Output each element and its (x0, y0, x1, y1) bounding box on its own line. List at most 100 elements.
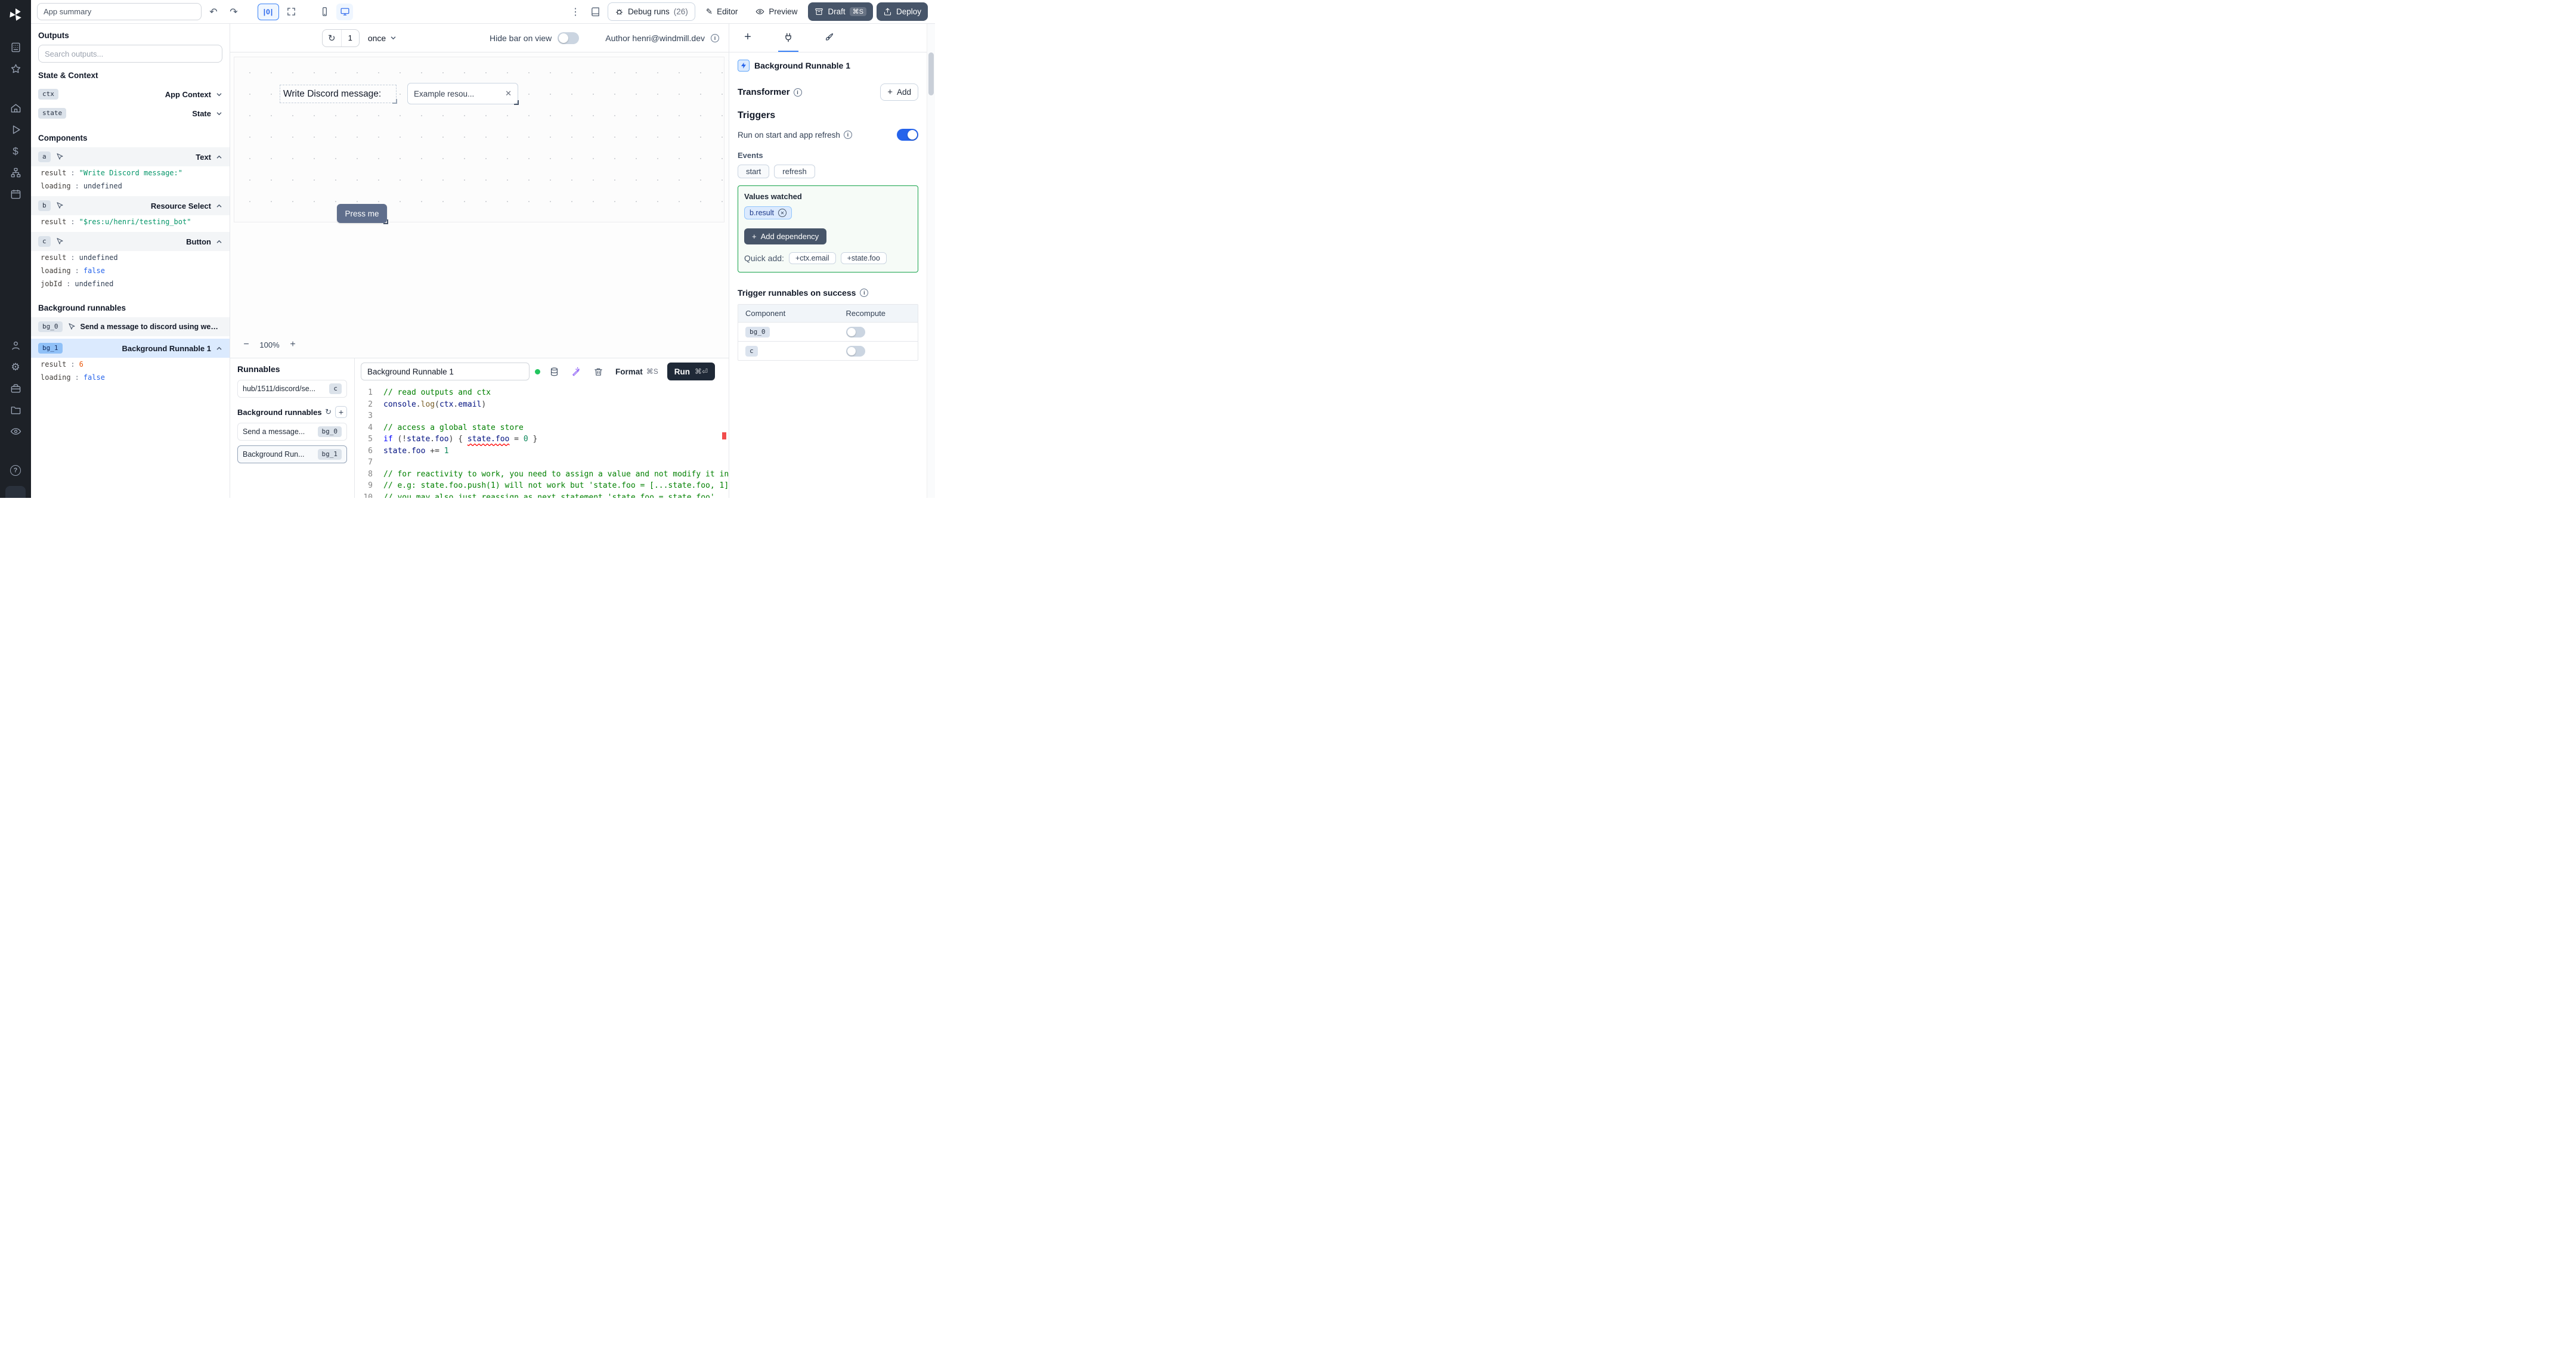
state-row[interactable]: state State (31, 104, 230, 123)
hide-bar-toggle[interactable] (558, 32, 580, 44)
add-background-runnable-button[interactable]: + (335, 406, 347, 418)
resize-handle[interactable] (383, 219, 388, 224)
bg1-header[interactable]: bg_1 Background Runnable 1 (31, 339, 230, 358)
search-outputs-input[interactable] (38, 45, 222, 63)
code-line[interactable]: 1 // read outputs and ctx (358, 387, 729, 399)
refresh-icon[interactable]: ↻ (325, 407, 332, 417)
output-kv-row[interactable]: result: "Write Discord message:" (31, 166, 230, 179)
output-kv-row[interactable]: result: "$res:u/henri/testing_bot" (31, 215, 230, 228)
help-icon[interactable]: ? (5, 462, 26, 479)
home-icon[interactable] (5, 99, 26, 117)
component-a-header[interactable]: a Text (31, 147, 230, 166)
chevron-up-icon[interactable] (216, 346, 222, 351)
run-on-start-toggle[interactable] (897, 129, 918, 141)
debug-runs-button[interactable]: Debug runs (26) (607, 2, 695, 21)
clear-selection-icon[interactable]: ✕ (505, 89, 512, 98)
undo-icon[interactable]: ↶ (205, 4, 222, 20)
docs-book-icon[interactable] (587, 4, 604, 20)
refresh-icon[interactable]: ↻ (323, 29, 342, 47)
output-kv-row[interactable]: jobId: undefined (31, 277, 230, 290)
preview-tab-button[interactable]: Preview (748, 2, 805, 21)
refresh-count-control[interactable]: ↻ 1 (322, 29, 360, 47)
variables-dollar-icon[interactable]: $ (5, 142, 26, 160)
runs-play-icon[interactable] (5, 120, 26, 138)
pointer-hand-icon[interactable] (55, 202, 64, 210)
resource-select-component[interactable]: Example resou... ✕ (407, 83, 519, 105)
runnable-item-bg1[interactable]: Background Run... bg_1 (237, 445, 347, 463)
settings-gear-icon[interactable]: ⚙ (5, 358, 26, 376)
quick-add-ctx-email[interactable]: +ctx.email (788, 252, 836, 264)
code-line[interactable]: 9 // e.g: state.foo.push(1) will not work… (358, 480, 729, 492)
transformer-info-icon[interactable]: i (793, 88, 802, 97)
pointer-hand-icon[interactable] (55, 153, 64, 161)
output-kv-row[interactable]: loading: false (31, 264, 230, 277)
recompute-toggle-c[interactable] (846, 345, 865, 357)
chevron-up-icon[interactable] (216, 204, 222, 208)
code-line[interactable]: 6 state.foo += 1 (358, 445, 729, 457)
folder-icon[interactable] (5, 401, 26, 419)
button-component[interactable]: Press me (337, 204, 388, 224)
app-summary-input[interactable] (37, 3, 202, 20)
schedules-calendar-icon[interactable] (5, 185, 26, 203)
tab-add-component[interactable]: + (738, 24, 758, 52)
author-info-icon[interactable]: i (711, 33, 719, 42)
ctx-row[interactable]: ctx App Context (31, 85, 230, 104)
delete-trash-icon[interactable] (590, 363, 606, 380)
runnable-name-input[interactable] (361, 363, 530, 380)
output-kv-row[interactable]: loading: undefined (31, 179, 230, 193)
resize-handle[interactable] (392, 99, 397, 104)
editor-tab-button[interactable]: ✎ Editor (698, 2, 745, 21)
workers-toolbox-icon[interactable] (5, 379, 26, 397)
component-c-header[interactable]: c Button (31, 232, 230, 251)
keypad-icon[interactable] (5, 38, 26, 56)
code-line[interactable]: 4 // access a global state store (358, 422, 729, 434)
draft-button[interactable]: Draft ⌘S (808, 2, 873, 21)
desktop-view-icon[interactable] (336, 3, 353, 20)
cache-database-icon[interactable] (546, 363, 562, 380)
text-component[interactable]: Write Discord message: (280, 85, 397, 104)
chevron-up-icon[interactable] (216, 240, 222, 244)
window-scrollbar[interactable] (927, 24, 935, 498)
add-transformer-button[interactable]: + Add (880, 83, 918, 101)
windmill-logo[interactable] (8, 7, 23, 26)
runnable-item-bg0[interactable]: Send a message... bg_0 (237, 423, 347, 441)
event-chip-start[interactable]: start (738, 165, 770, 178)
user-icon[interactable] (5, 336, 26, 354)
code-line[interactable]: 8 // for reactivity to work, you need to … (358, 469, 729, 481)
redo-icon[interactable]: ↷ (225, 4, 242, 20)
runnable-item-hub[interactable]: hub/1511/discord/se... c (237, 380, 347, 398)
star-icon[interactable] (5, 60, 26, 78)
align-components-button[interactable]: |0| (258, 3, 279, 20)
rail-bottom-button[interactable] (5, 486, 26, 498)
output-kv-row[interactable]: result: undefined (31, 251, 230, 264)
canvas-grid[interactable]: Write Discord message: Example resou... … (234, 57, 724, 224)
flows-network-icon[interactable] (5, 163, 26, 181)
watched-value-chip[interactable]: b.result ✕ (744, 206, 792, 219)
code-line[interactable]: 3 (358, 410, 729, 422)
remove-dependency-icon[interactable]: ✕ (778, 209, 787, 217)
chevron-down-icon[interactable] (216, 112, 222, 116)
quick-add-state-foo[interactable]: +state.foo (840, 252, 887, 264)
bg0-header[interactable]: bg_0 Send a message to discord using web… (31, 317, 230, 336)
resize-handle[interactable] (514, 100, 519, 105)
frequency-dropdown[interactable]: once (368, 33, 397, 43)
pointer-hand-icon[interactable] (67, 323, 76, 331)
chevron-up-icon[interactable] (216, 155, 222, 159)
output-kv-row[interactable]: loading: false (31, 371, 230, 384)
code-line[interactable]: 10 // you may also just reassign as next … (358, 492, 729, 498)
run-on-start-info-icon[interactable]: i (843, 131, 852, 139)
app-canvas[interactable]: Write Discord message: Example resou... … (230, 52, 729, 358)
scrollbar-thumb[interactable] (928, 52, 934, 95)
tab-component-settings[interactable] (778, 24, 798, 52)
code-line[interactable]: 7 (358, 457, 729, 469)
event-chip-refresh[interactable]: refresh (774, 165, 815, 178)
more-menu-icon[interactable]: ⋮ (567, 4, 584, 20)
mobile-view-icon[interactable] (316, 4, 333, 20)
pointer-hand-icon[interactable] (55, 237, 64, 246)
code-line[interactable]: 5 if (!state.foo) { state.foo = 0 } (358, 433, 729, 445)
output-kv-row[interactable]: result:6 (31, 358, 230, 371)
tab-styling[interactable] (819, 24, 839, 52)
trigger-success-info-icon[interactable]: i (860, 289, 869, 297)
ai-wand-icon[interactable] (568, 363, 584, 380)
run-button[interactable]: Run ⌘⏎ (667, 363, 716, 380)
